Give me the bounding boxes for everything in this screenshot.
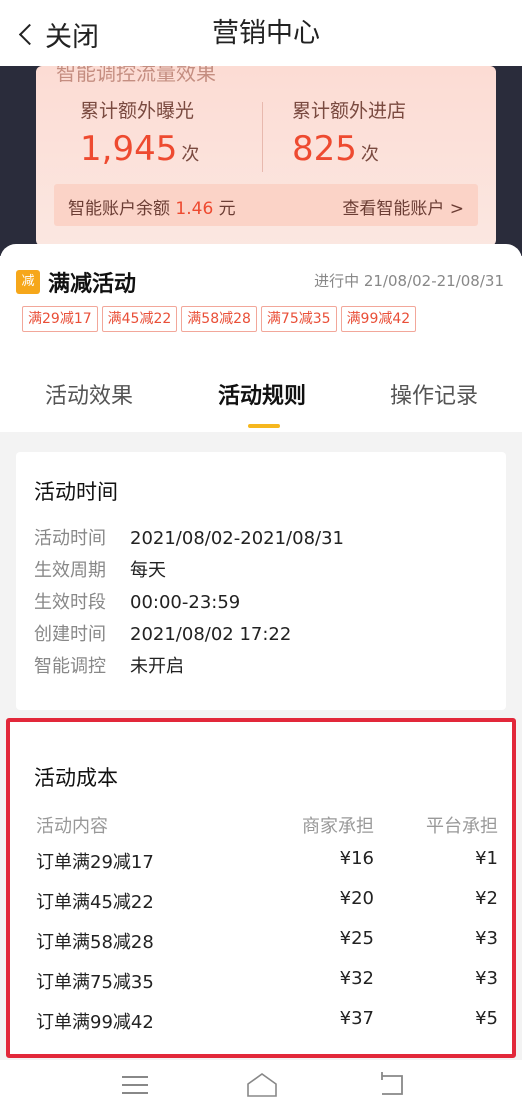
cost-merchant: ¥20 (339, 888, 374, 909)
cost-platform: ¥2 (475, 888, 498, 909)
visits-value-row: 825 次 (292, 129, 406, 169)
page-title: 营销中心 (212, 18, 320, 49)
time-row-value: 未开启 (130, 656, 184, 677)
cost-content: 订单满29减17 (36, 852, 154, 873)
discount-tag: 满58减28 (181, 306, 257, 332)
activity-time-card: 活动时间 活动时间 2021/08/02-2021/08/31 生效周期 每天 生效… (16, 452, 506, 710)
visits-label: 累计额外进店 (292, 100, 407, 122)
time-row-key: 活动时间 (34, 528, 106, 549)
activity-name: 满减活动 (48, 272, 137, 297)
col-merchant-header: 商家承担 (302, 816, 374, 837)
activity-cost-title: 活动成本 (34, 766, 118, 790)
time-row: 创建时间 2021/08/02 17:22 (34, 620, 291, 646)
time-row-value: 2021/08/02-2021/08/31 (130, 528, 344, 549)
chevron-left-icon (18, 23, 41, 45)
visits-stat: 累计额外进店 825 次 (292, 96, 406, 169)
discount-tags: 满29减17 满45减22 满58减28 满75减35 满99减42 (22, 306, 417, 332)
discount-tag: 满99减42 (340, 306, 417, 332)
time-row-value: 2021/08/02 17:22 (130, 624, 292, 645)
cost-merchant: ¥37 (339, 1008, 374, 1029)
activity-cost-card: 活动成本 活动内容 商家承担 平台承担 订单满29减17 ¥16 ¥1 订单满4… (6, 718, 516, 1058)
close-button[interactable]: 关闭 (16, 16, 99, 53)
visits-unit: 次 (360, 144, 379, 165)
exposure-stat: 累计额外曝光 1,945 次 (80, 96, 199, 169)
account-unit: 元 (218, 199, 236, 219)
cost-platform: ¥3 (475, 968, 498, 989)
card-peek-text: 智能调控流量效果 (56, 66, 216, 85)
tab-activity-effect[interactable]: 活动效果 (45, 378, 133, 410)
account-balance: 智能账户余额 1.46 元 (68, 194, 236, 219)
tab-bar: 活动效果 活动规则 操作记录 (0, 378, 522, 430)
cost-merchant: ¥25 (339, 928, 374, 949)
cost-platform: ¥3 (475, 928, 498, 949)
top-bar: 关闭 营销中心 (0, 0, 522, 66)
exposure-label: 累计额外曝光 (80, 100, 195, 122)
menu-icon[interactable] (122, 1076, 148, 1094)
activity-time-title: 活动时间 (34, 480, 118, 504)
tab-operation-log[interactable]: 操作记录 (390, 378, 478, 410)
col-platform-header: 平台承担 (426, 816, 498, 837)
account-amount: 1.46 (175, 199, 214, 219)
cost-platform: ¥5 (475, 1008, 498, 1029)
exposure-value: 1,945 (80, 129, 178, 169)
back-icon[interactable] (378, 1072, 408, 1098)
cost-platform: ¥1 (475, 848, 498, 869)
account-bar: 智能账户余额 1.46 元 查看智能账户 > (54, 184, 478, 226)
discount-tag: 满45减22 (101, 306, 178, 332)
cost-table-header: 活动内容 商家承担 平台承担 (36, 812, 498, 840)
time-row-value: 每天 (130, 560, 166, 581)
time-row: 活动时间 2021/08/02-2021/08/31 (34, 524, 344, 550)
time-row-key: 生效周期 (34, 560, 106, 581)
cost-table-row: 订单满45减22 ¥20 ¥2 (36, 888, 498, 916)
close-label: 关闭 (45, 21, 99, 53)
time-row-key: 创建时间 (34, 624, 106, 645)
time-row: 生效周期 每天 (34, 556, 166, 582)
visits-value: 825 (292, 129, 357, 169)
time-row: 生效时段 00:00-23:59 (34, 588, 240, 614)
activity-status: 进行中 21/08/02-21/08/31 (314, 272, 504, 290)
cost-content: 订单满99减42 (36, 1012, 154, 1033)
activity-header: 减 满减活动 (16, 266, 136, 298)
cost-content: 订单满75减35 (36, 972, 154, 993)
exposure-value-row: 1,945 次 (80, 129, 199, 169)
cost-merchant: ¥32 (339, 968, 374, 989)
exposure-unit: 次 (181, 144, 200, 165)
discount-tag: 满75减35 (260, 306, 337, 332)
time-row: 智能调控 未开启 (34, 652, 184, 678)
stat-divider (262, 102, 263, 172)
tab-activity-rules[interactable]: 活动规则 (218, 378, 306, 410)
time-row-key: 智能调控 (34, 656, 106, 677)
cost-table-row: 订单满99减42 ¥37 ¥5 (36, 1008, 498, 1036)
effect-card: 智能调控流量效果 累计额外曝光 1,945 次 累计额外进店 825 次 智能账户余… (36, 66, 496, 246)
activity-sheet: 减 满减活动 进行中 21/08/02-21/08/31 满29减17 满45减… (0, 244, 522, 434)
active-tab-indicator (248, 424, 280, 428)
cost-content: 订单满45减22 (36, 892, 154, 913)
cost-table-row: 订单满58减28 ¥25 ¥3 (36, 928, 498, 956)
system-navbar (0, 1060, 522, 1111)
cost-table-row: 订单满75减35 ¥32 ¥3 (36, 968, 498, 996)
time-row-key: 生效时段 (34, 592, 106, 613)
cost-merchant: ¥16 (339, 848, 374, 869)
view-account-link[interactable]: 查看智能账户 > (342, 194, 464, 219)
time-row-value: 00:00-23:59 (130, 592, 241, 613)
discount-icon: 减 (16, 270, 40, 294)
cost-table-row: 订单满29减17 ¥16 ¥1 (36, 848, 498, 876)
col-content-header: 活动内容 (36, 816, 108, 837)
home-icon[interactable] (246, 1072, 278, 1098)
discount-tag: 满29减17 (22, 306, 98, 332)
cost-content: 订单满58减28 (36, 932, 154, 953)
account-label: 智能账户余额 (68, 199, 170, 219)
